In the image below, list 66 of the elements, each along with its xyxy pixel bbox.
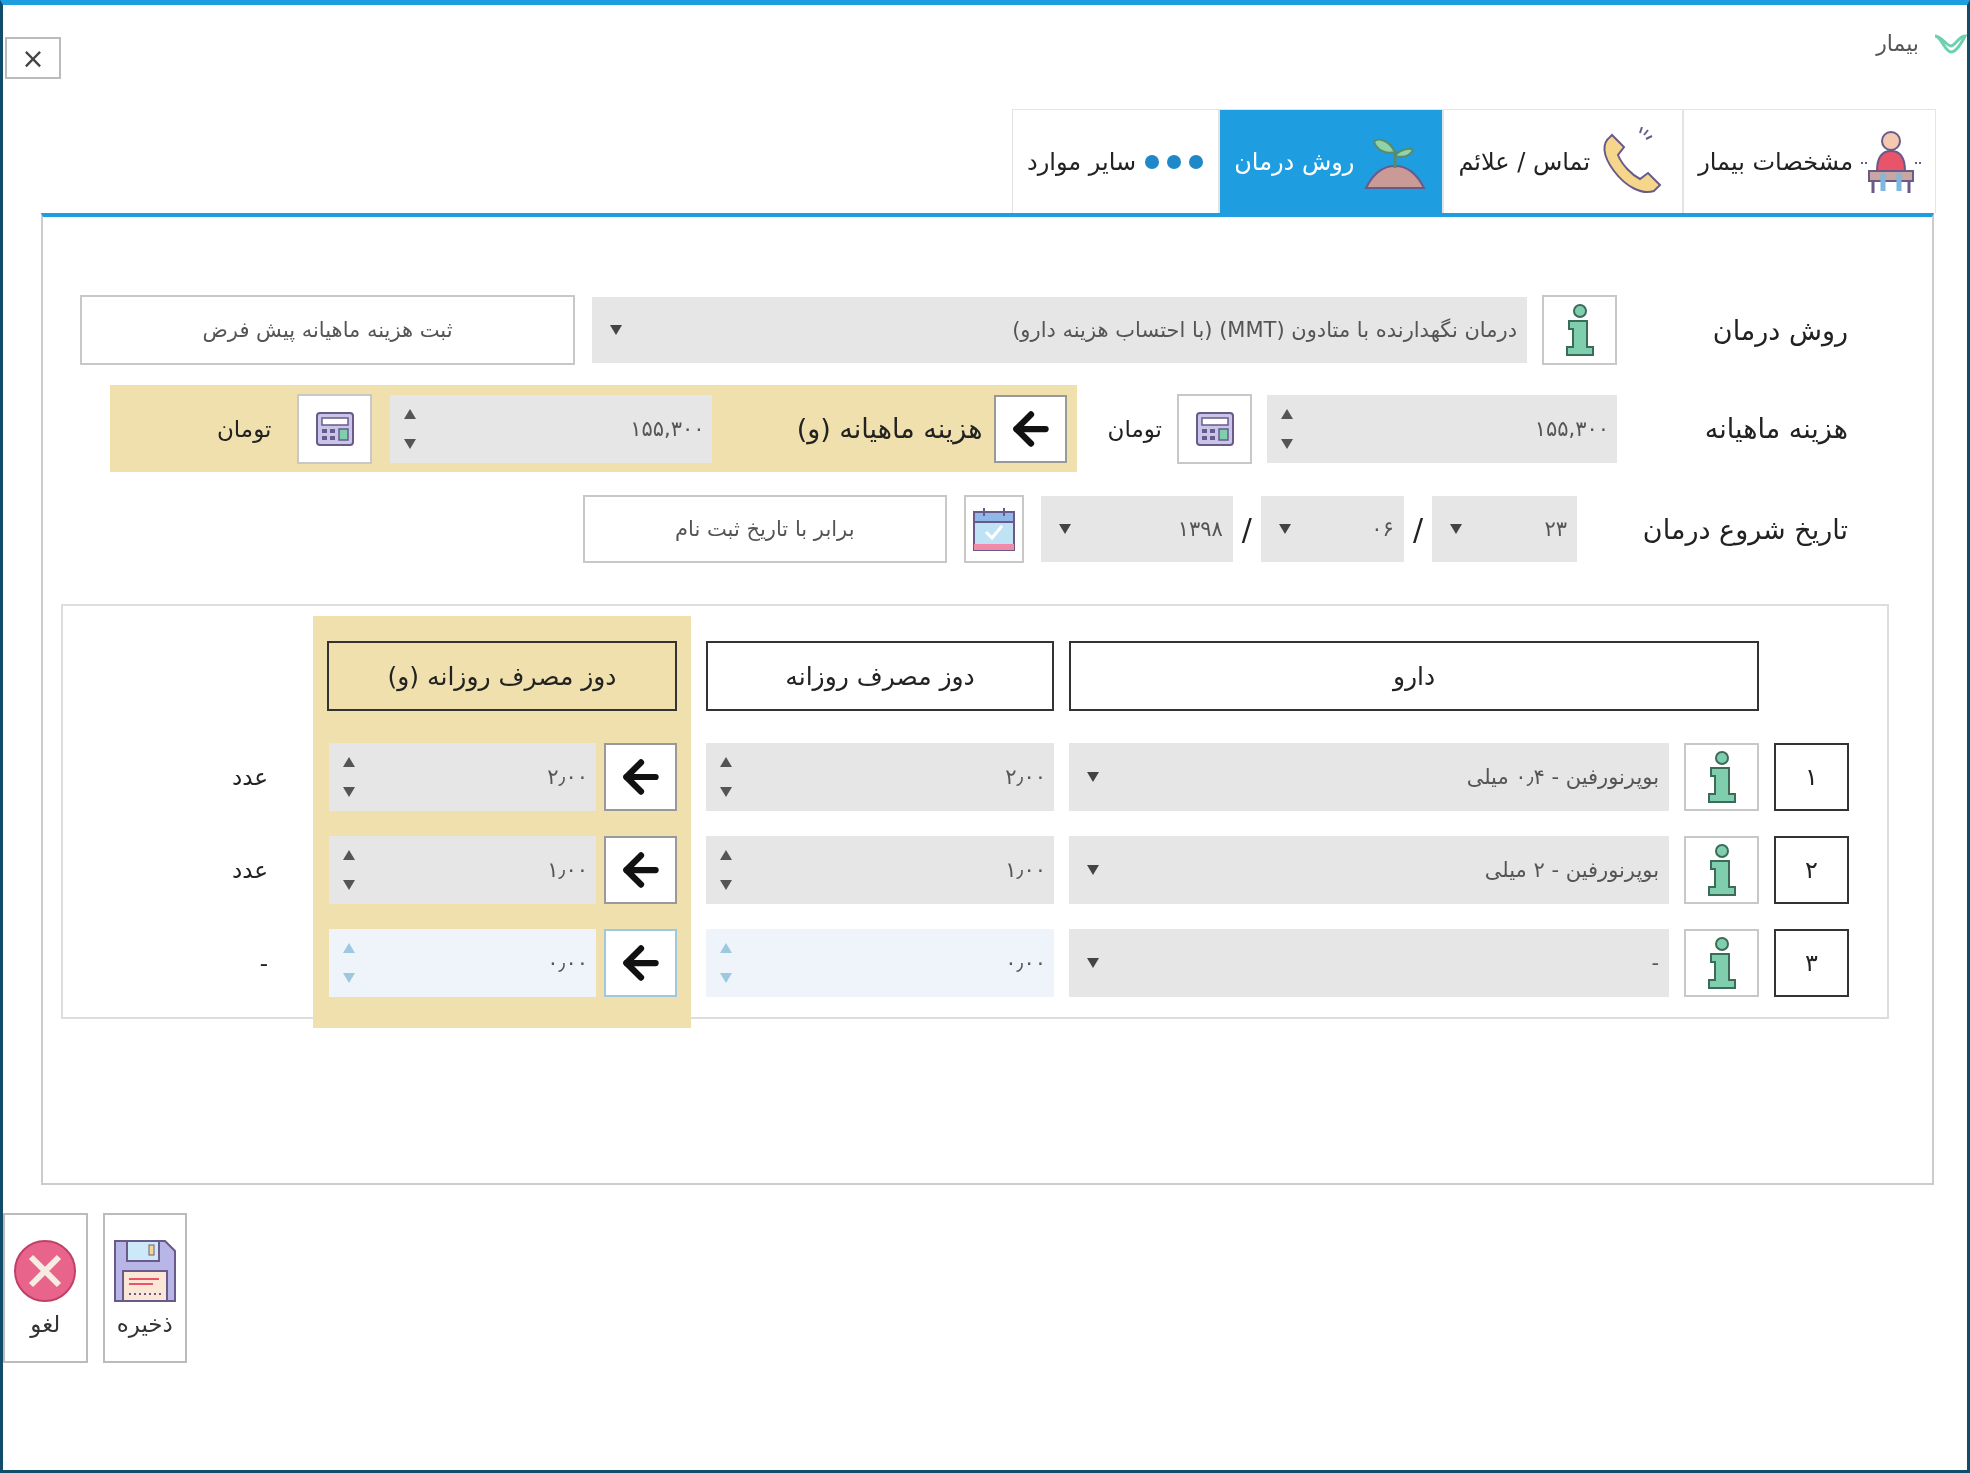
tab[interactable]: تماس / علائم	[1443, 109, 1684, 213]
day-dropdown[interactable]: ۲۳	[1432, 496, 1577, 562]
info-button[interactable]	[1684, 743, 1759, 811]
column-header: دارو	[1069, 641, 1759, 711]
dropdown-caret-icon	[1450, 524, 1462, 534]
field-label: روش درمان	[1711, 314, 1849, 346]
cancel-button[interactable]: لغو	[3, 1213, 88, 1363]
unit-label: -	[259, 950, 269, 976]
drug-dropdown[interactable]: بوپرنورفین - ۰٫۴ میلی	[1069, 743, 1669, 811]
drug-dropdown[interactable]: بوپرنورفین - ۲ میلی	[1069, 836, 1669, 904]
copy-arrow-button[interactable]	[604, 836, 677, 904]
monthly-cost-field[interactable]: ۱۵۵,۳۰۰	[390, 394, 713, 463]
calculator-button[interactable]	[297, 393, 373, 464]
spin-arrows-icon[interactable]	[720, 757, 732, 797]
cancel-icon	[13, 1239, 78, 1303]
calendar-button[interactable]	[963, 495, 1024, 563]
field-label: هزینه ماهیانه	[1703, 413, 1849, 444]
treatment-method-dropdown[interactable]: درمان نگهدارنده با متادون (MMT) (با احتساب هزینه دارو)	[592, 297, 1527, 363]
row-number: ۳	[1774, 929, 1849, 997]
year-dropdown[interactable]: ۱۳۹۸	[1040, 496, 1233, 562]
tab[interactable]: سایر موارد	[1012, 109, 1220, 213]
unit-label: عدد	[231, 857, 269, 883]
dropdown-caret-icon	[1087, 865, 1099, 875]
dropdown-caret-icon	[1087, 958, 1099, 968]
column-header: دوز مصرف روزانه (و)	[327, 641, 677, 711]
spin-arrows-icon[interactable]	[343, 757, 355, 797]
spin-arrows-icon[interactable]	[1281, 408, 1293, 449]
calculator-button[interactable]	[1177, 393, 1252, 464]
calendar-icon	[971, 506, 1016, 552]
dose-field[interactable]: ۱٫۰۰	[329, 836, 596, 904]
month-dropdown[interactable]: ۰۶	[1260, 496, 1404, 562]
copy-arrow-button[interactable]	[994, 394, 1068, 463]
dropdown-caret-icon	[1058, 524, 1071, 534]
monthly-cost-field[interactable]: ۱۵۵,۳۰۰	[1267, 394, 1617, 463]
window-title: بیمار	[1876, 31, 1919, 56]
dropdown-caret-icon	[610, 325, 622, 335]
person-on-bench-icon	[1861, 128, 1921, 195]
spin-arrows-icon[interactable]	[404, 408, 417, 449]
info-button[interactable]	[1542, 295, 1617, 365]
dose-field[interactable]: ۱٫۰۰	[706, 836, 1054, 904]
field-label: هزینه ماهیانه (و)	[795, 413, 983, 444]
close-button[interactable]: ×	[5, 37, 61, 79]
unit-label: عدد	[231, 764, 269, 790]
save-button[interactable]: ذخیره	[102, 1213, 187, 1363]
info-button[interactable]	[1684, 929, 1759, 997]
dropdown-caret-icon	[1087, 772, 1099, 782]
date-separator: /	[1241, 511, 1252, 547]
default-cost-button[interactable]: ثبت هزینه ماهیانه پیش فرض	[80, 295, 575, 365]
copy-arrow-button[interactable]	[604, 743, 677, 811]
dose-field[interactable]: ۲٫۰۰	[329, 743, 596, 811]
date-separator: /	[1412, 511, 1423, 547]
tab[interactable]: مشخصات بیمار	[1683, 109, 1936, 213]
three-dots-icon	[1144, 153, 1205, 170]
same-as-registration-button[interactable]: برابر با تاریخ ثبت نام	[582, 495, 947, 563]
dose-field[interactable]: ۲٫۰۰	[706, 743, 1054, 811]
dropdown-caret-icon	[1278, 524, 1291, 534]
currency-label: تومان	[216, 415, 272, 442]
column-header: دوز مصرف روزانه	[706, 641, 1054, 711]
row-number: ۱	[1774, 743, 1849, 811]
currency-label: تومان	[1107, 415, 1162, 442]
tab[interactable]: روش درمان	[1219, 109, 1444, 213]
spin-arrows-icon[interactable]	[720, 850, 732, 890]
spin-arrows-icon[interactable]	[343, 850, 355, 890]
field-label: تاریخ شروع درمان	[1641, 513, 1849, 545]
row-number: ۲	[1774, 836, 1849, 904]
info-button[interactable]	[1684, 836, 1759, 904]
